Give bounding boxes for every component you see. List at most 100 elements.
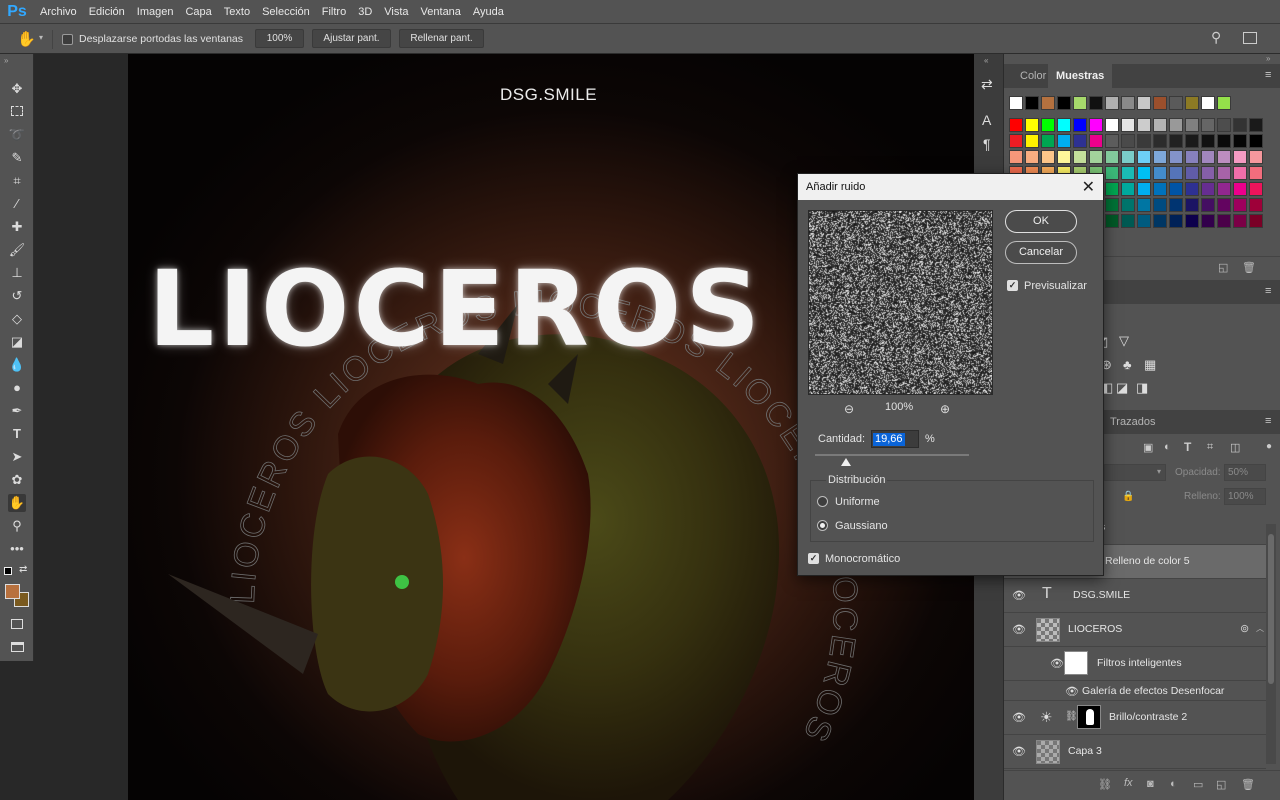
color-swatch[interactable] <box>1185 214 1199 228</box>
visibility-eye-icon[interactable]: 👁 <box>1012 711 1026 725</box>
layers-scrollbar[interactable] <box>1266 524 1276 764</box>
channel-mixer-adjust-icon[interactable]: ♣ <box>1123 357 1132 372</box>
color-swatch[interactable] <box>1009 96 1023 110</box>
color-swatch[interactable] <box>1073 96 1087 110</box>
color-swatch[interactable] <box>1105 118 1119 132</box>
hand-tool-active-icon[interactable]: ✋ <box>8 494 26 512</box>
menu-ventana[interactable]: Ventana <box>415 6 467 18</box>
dodge-tool-icon[interactable]: ● <box>8 379 26 397</box>
layer-row-capa-3[interactable]: 👁 Capa 3 <box>1004 735 1266 769</box>
color-swatch[interactable] <box>1105 96 1119 110</box>
menu-edicion[interactable]: Edición <box>83 6 131 18</box>
filter-adjust-icon[interactable]: ◐ <box>1164 441 1171 453</box>
color-swatch[interactable] <box>1201 118 1215 132</box>
color-swatch[interactable] <box>1105 150 1119 164</box>
paragraph-panel-icon[interactable]: ¶ <box>983 136 991 152</box>
menu-texto[interactable]: Texto <box>218 6 256 18</box>
color-swatch[interactable] <box>1233 198 1247 212</box>
amount-input[interactable]: 19,66 <box>871 430 919 448</box>
color-swatch[interactable] <box>1041 118 1055 132</box>
color-swatch[interactable] <box>1137 182 1151 196</box>
type-tool-icon[interactable]: T <box>8 425 26 443</box>
blur-tool-icon[interactable]: 💧 <box>8 356 26 374</box>
color-swatch[interactable] <box>1153 214 1167 228</box>
delete-layer-icon[interactable]: 🗑 <box>1241 778 1255 791</box>
color-swatch[interactable] <box>1089 150 1103 164</box>
color-swatch[interactable] <box>1201 214 1215 228</box>
tab-swatches[interactable]: Muestras <box>1048 64 1113 88</box>
color-swatch[interactable] <box>1201 134 1215 148</box>
hand-tool-icon[interactable]: ✋ <box>17 30 36 48</box>
new-layer-icon[interactable]: ◱ <box>1216 778 1226 791</box>
color-swatch[interactable] <box>1185 118 1199 132</box>
lock-icon[interactable]: 🔒 <box>1122 491 1134 502</box>
collapse-tools-icon[interactable]: » <box>4 56 8 65</box>
menu-seleccion[interactable]: Selección <box>256 6 316 18</box>
amount-slider-thumb[interactable] <box>840 458 851 466</box>
quick-mask-icon[interactable] <box>8 616 26 634</box>
color-swatch[interactable] <box>1009 134 1023 148</box>
visibility-eye-icon[interactable]: 👁 <box>1065 685 1079 698</box>
visibility-eye-icon[interactable]: 👁 <box>1012 589 1026 603</box>
color-swatch[interactable] <box>1217 150 1231 164</box>
menu-imagen[interactable]: Imagen <box>131 6 180 18</box>
layer-row-brightness-contrast-2[interactable]: 👁 ☀ ⛓ Brillo/contraste 2 <box>1004 701 1266 735</box>
color-swatch[interactable] <box>1233 134 1247 148</box>
delete-swatch-icon[interactable]: 🗑 <box>1242 261 1256 274</box>
color-swatch[interactable] <box>1169 134 1183 148</box>
color-swatch[interactable] <box>1073 150 1087 164</box>
zoom-in-icon[interactable]: ⊕ <box>940 402 950 416</box>
color-swatch[interactable] <box>1201 166 1215 180</box>
threshold-adjust-icon[interactable]: ◪ <box>1116 380 1128 396</box>
scroll-all-windows-checkbox[interactable] <box>62 33 73 45</box>
cancel-button[interactable]: Cancelar <box>1005 241 1077 264</box>
path-select-tool-icon[interactable]: ➤ <box>8 448 26 466</box>
layers-menu-icon[interactable]: ≡ <box>1265 415 1271 427</box>
marquee-tool-icon[interactable] <box>8 103 26 121</box>
lasso-tool-icon[interactable]: ➰ <box>8 126 26 144</box>
noise-preview[interactable] <box>808 210 993 395</box>
color-swatch[interactable] <box>1217 166 1231 180</box>
new-adjustment-icon[interactable]: ◐ <box>1170 778 1177 790</box>
layer-style-icon[interactable]: fx <box>1124 777 1133 789</box>
visibility-eye-icon[interactable]: 👁 <box>1012 745 1026 759</box>
search-icon[interactable]: ⚲ <box>1211 29 1221 46</box>
color-swatch[interactable] <box>1217 134 1231 148</box>
color-swatch[interactable] <box>1153 134 1167 148</box>
dialog-titlebar[interactable]: Añadir ruido ✕ <box>798 174 1103 200</box>
menu-vista[interactable]: Vista <box>378 6 414 18</box>
ok-button[interactable]: OK <box>1005 210 1077 233</box>
color-swatch[interactable] <box>1025 118 1039 132</box>
color-swatch[interactable] <box>1233 150 1247 164</box>
zoom-100-button[interactable]: 100% <box>255 29 304 48</box>
history-panel-icon[interactable]: ⇄ <box>981 76 993 93</box>
color-swatch[interactable] <box>1041 96 1055 110</box>
quick-select-tool-icon[interactable]: ✎ <box>8 149 26 167</box>
color-swatch[interactable] <box>1089 96 1103 110</box>
filter-toggle-icon[interactable]: ● <box>1266 441 1272 452</box>
eraser-tool-icon[interactable]: ◇ <box>8 310 26 328</box>
healing-brush-tool-icon[interactable]: ✚ <box>8 218 26 236</box>
paint-bucket-tool-icon[interactable]: ◪ <box>8 333 26 351</box>
color-swatch[interactable] <box>1185 198 1199 212</box>
color-swatch[interactable] <box>1169 118 1183 132</box>
color-swatch[interactable] <box>1121 134 1135 148</box>
color-swatch[interactable] <box>1041 134 1055 148</box>
eyedropper-tool-icon[interactable]: ⁄ <box>8 195 26 213</box>
color-swatch[interactable] <box>1105 134 1119 148</box>
color-swatch[interactable] <box>1201 96 1215 110</box>
swatches-menu-icon[interactable]: ≡ <box>1265 69 1271 81</box>
color-swatch[interactable] <box>1153 166 1167 180</box>
color-swatch[interactable] <box>1185 96 1199 110</box>
collapse-effects-icon[interactable]: ︿ <box>1256 623 1264 634</box>
fit-screen-button[interactable]: Ajustar pant. <box>312 29 391 48</box>
stamp-tool-icon[interactable]: ⊥ <box>8 264 26 282</box>
visibility-eye-icon[interactable]: 👁 <box>1050 657 1064 670</box>
color-swatch[interactable] <box>1137 214 1151 228</box>
opacity-input[interactable]: 50% <box>1224 464 1266 481</box>
color-swatch[interactable] <box>1137 134 1151 148</box>
tool-preset-chevron-icon[interactable]: ▾ <box>39 33 43 42</box>
color-swatch[interactable] <box>1009 118 1023 132</box>
zoom-tool-icon[interactable]: ⚲ <box>8 517 26 535</box>
gradient-map-adjust-icon[interactable]: ▽ <box>1119 333 1129 349</box>
